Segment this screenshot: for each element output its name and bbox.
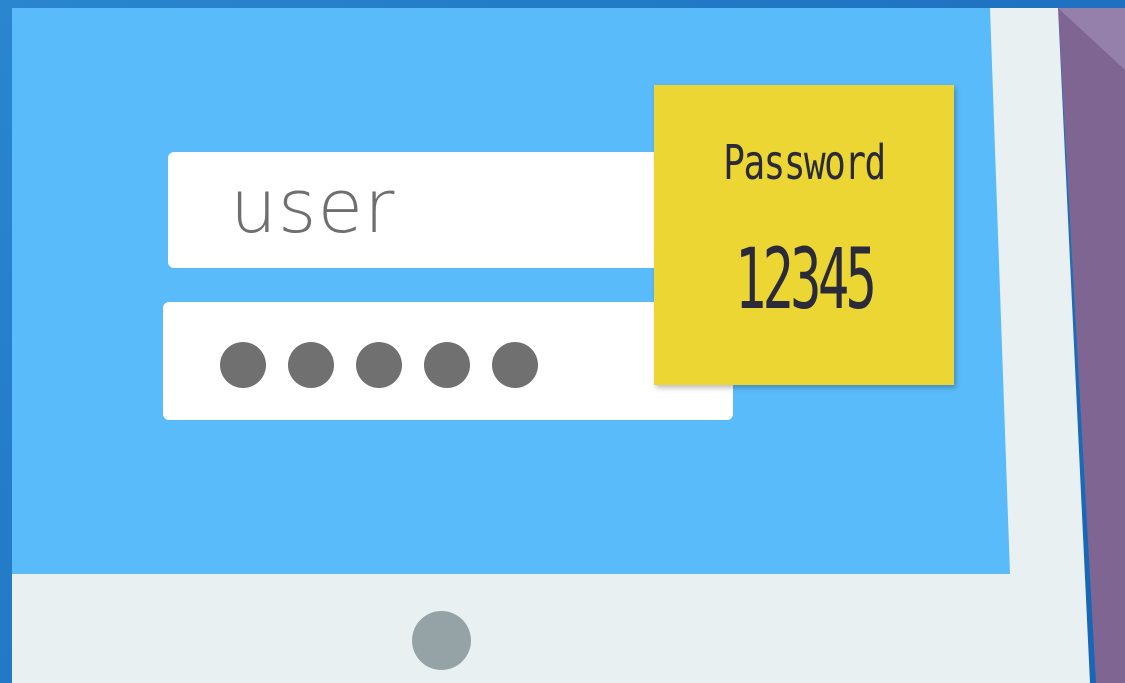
username-value: user [230, 164, 396, 250]
sticky-note-code: 12345 [734, 230, 877, 328]
password-dot [356, 342, 402, 388]
password-dot [492, 342, 538, 388]
password-field[interactable] [163, 302, 733, 420]
password-dot [220, 342, 266, 388]
illustration-scene: user Password 12345 [0, 0, 1125, 683]
password-dot [288, 342, 334, 388]
password-dot [424, 342, 470, 388]
sticky-note-label: Password [723, 135, 886, 191]
password-mask [220, 342, 538, 388]
username-field[interactable]: user [168, 152, 738, 268]
home-button[interactable] [412, 611, 471, 670]
sticky-note: Password 12345 [654, 85, 954, 385]
